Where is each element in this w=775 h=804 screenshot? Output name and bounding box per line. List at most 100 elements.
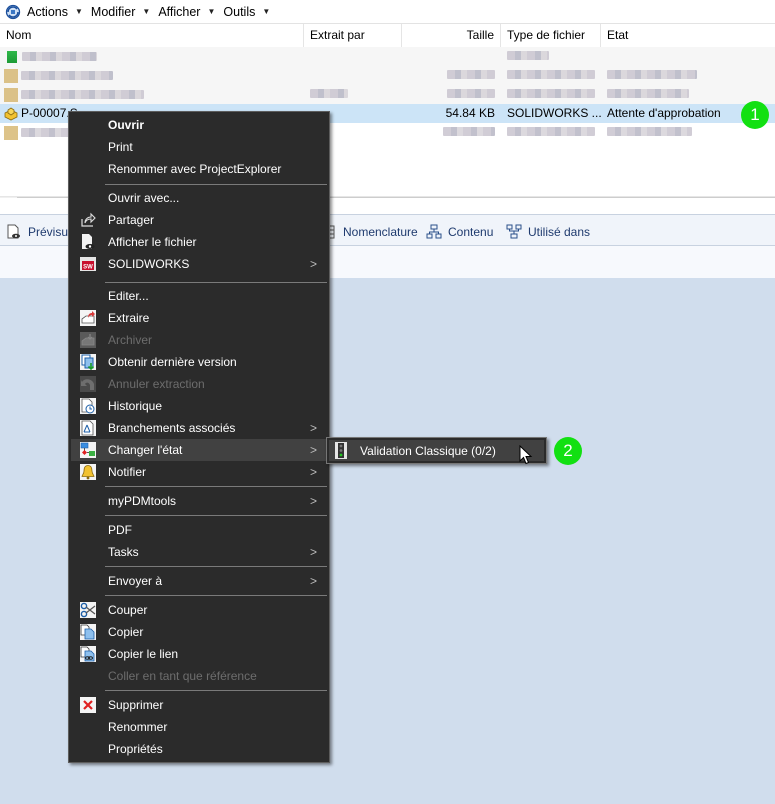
submenu-item-label: Validation Classique (0/2) — [360, 443, 496, 458]
part-icon — [4, 68, 18, 83]
menu-actions[interactable]: Actions ▼ — [27, 5, 83, 19]
menu-item-history[interactable]: Historique — [71, 395, 327, 417]
submenu-item-validation-classique[interactable]: Validation Classique (0/2) — [329, 440, 544, 461]
menu-item-print[interactable]: Print — [71, 136, 327, 158]
column-headers: Nom Extrait par Taille Type de fichier E… — [0, 24, 775, 47]
menu-item-undo-checkout: Annuler extraction — [71, 373, 327, 395]
menu-item-label: Annuler extraction — [108, 377, 205, 391]
tab-where-used[interactable]: Utilisé dans — [506, 224, 590, 240]
bell-icon — [80, 464, 96, 480]
blurred-text — [447, 89, 495, 98]
menu-item-label: Changer l'état — [108, 443, 183, 457]
menu-afficher-label: Afficher — [158, 4, 201, 19]
menu-item-delete[interactable]: Supprimer — [71, 694, 327, 716]
menu-item-edit[interactable]: Editer... — [71, 285, 327, 307]
file-size: 54.84 KB — [445, 106, 495, 120]
blurred-text — [507, 70, 595, 79]
menu-item-solidworks[interactable]: SW SOLIDWORKS > — [71, 253, 327, 275]
file-row-blurred[interactable] — [0, 66, 775, 85]
check-out-icon — [80, 310, 96, 326]
menu-item-cut[interactable]: Couper — [71, 599, 327, 621]
blurred-text — [21, 71, 113, 80]
menu-item-show-file[interactable]: Afficher le fichier — [71, 231, 327, 253]
menu-item-tasks[interactable]: Tasks > — [71, 541, 327, 563]
menu-separator — [105, 515, 327, 516]
menu-item-rename-projectexplorer[interactable]: Renommer avec ProjectExplorer — [71, 158, 327, 180]
mouse-cursor-icon — [519, 444, 533, 465]
menu-item-label: Editer... — [108, 289, 149, 303]
blurred-text — [607, 70, 697, 79]
file-type: SOLIDWORKS ... — [507, 106, 601, 120]
menu-item-send-to[interactable]: Envoyer à > — [71, 570, 327, 592]
menu-item-notify[interactable]: Notifier > — [71, 461, 327, 483]
menu-item-mypdmtools[interactable]: myPDMtools > — [71, 490, 327, 512]
menu-modifier[interactable]: Modifier ▼ — [91, 5, 150, 19]
type-cell — [501, 123, 601, 142]
file-row-blurred[interactable] — [0, 85, 775, 104]
show-file-icon — [80, 234, 96, 250]
type-cell — [501, 47, 601, 66]
blurred-text — [310, 89, 348, 98]
menu-separator — [105, 566, 327, 567]
submenu-arrow-icon: > — [309, 574, 317, 588]
check-in-icon — [80, 332, 96, 348]
menu-item-properties[interactable]: Propriétés — [71, 738, 327, 760]
file-row-blurred[interactable] — [0, 47, 775, 66]
tab-preview[interactable]: Prévisua — [6, 224, 75, 240]
contains-icon — [426, 224, 442, 240]
tab-contains[interactable]: Contenu — [426, 224, 493, 240]
type-cell — [501, 66, 601, 85]
menu-afficher[interactable]: Afficher ▼ — [158, 5, 215, 19]
blurred-text — [507, 89, 595, 98]
menu-actions-label: Actions — [27, 4, 68, 19]
scissors-icon — [80, 602, 96, 618]
column-header-file-type[interactable]: Type de fichier — [501, 24, 601, 47]
menu-item-label: Archiver — [108, 333, 153, 347]
menu-outils[interactable]: Outils ▼ — [223, 5, 270, 19]
blurred-text — [507, 51, 549, 60]
menu-item-label: Extraire — [108, 311, 150, 325]
menu-item-open-with[interactable]: Ouvrir avec... — [71, 187, 327, 209]
refresh-icon[interactable] — [5, 4, 21, 20]
column-header-checked-out-by[interactable]: Extrait par — [304, 24, 402, 47]
menu-item-label: Coller en tant que référence — [108, 669, 257, 683]
submenu-arrow-icon: > — [309, 465, 317, 479]
size-cell — [402, 47, 501, 66]
column-header-state[interactable]: Etat — [601, 24, 775, 47]
menu-item-label: Ouvrir — [108, 118, 145, 132]
blurred-text — [21, 90, 144, 99]
menu-separator — [105, 184, 327, 185]
menu-item-get-latest[interactable]: Obtenir dernière version — [71, 351, 327, 373]
context-menu: Ouvrir Print Renommer avec ProjectExplor… — [68, 111, 330, 763]
menu-modifier-label: Modifier — [90, 4, 136, 19]
caret-down-icon: ▼ — [75, 7, 83, 16]
caret-down-icon: ▼ — [142, 7, 151, 16]
menu-item-copy[interactable]: Copier — [71, 621, 327, 643]
column-header-size[interactable]: Taille — [402, 24, 501, 47]
menu-item-rename[interactable]: Renommer — [71, 716, 327, 738]
column-header-name[interactable]: Nom — [0, 24, 304, 47]
menu-item-open[interactable]: Ouvrir — [71, 114, 327, 136]
share-icon — [80, 212, 96, 228]
menu-item-label: PDF — [108, 523, 132, 537]
menu-item-branches[interactable]: Branchements associés > — [71, 417, 327, 439]
get-latest-icon — [80, 354, 96, 371]
copy-icon — [80, 624, 96, 640]
menu-separator — [105, 595, 327, 596]
menu-item-copy-link[interactable]: Copier le lien — [71, 643, 327, 665]
tab-bom[interactable]: Nomenclature — [327, 224, 418, 240]
menu-item-share[interactable]: Partager — [71, 209, 327, 231]
part-icon — [4, 125, 18, 140]
size-cell — [402, 66, 501, 85]
menu-item-check-out[interactable]: Extraire — [71, 307, 327, 329]
branches-icon — [80, 420, 96, 436]
blurred-text — [22, 52, 97, 61]
annotation-badge-2: 2 — [554, 437, 582, 465]
tab-where-used-label: Utilisé dans — [528, 225, 591, 239]
menu-item-label: Couper — [108, 603, 148, 617]
menu-item-label: Tasks — [108, 545, 139, 559]
menu-item-change-state[interactable]: Changer l'état > — [71, 439, 327, 461]
where-used-icon — [506, 224, 522, 240]
menu-item-pdf[interactable]: PDF — [71, 519, 327, 541]
submenu-arrow-icon: > — [309, 257, 317, 271]
